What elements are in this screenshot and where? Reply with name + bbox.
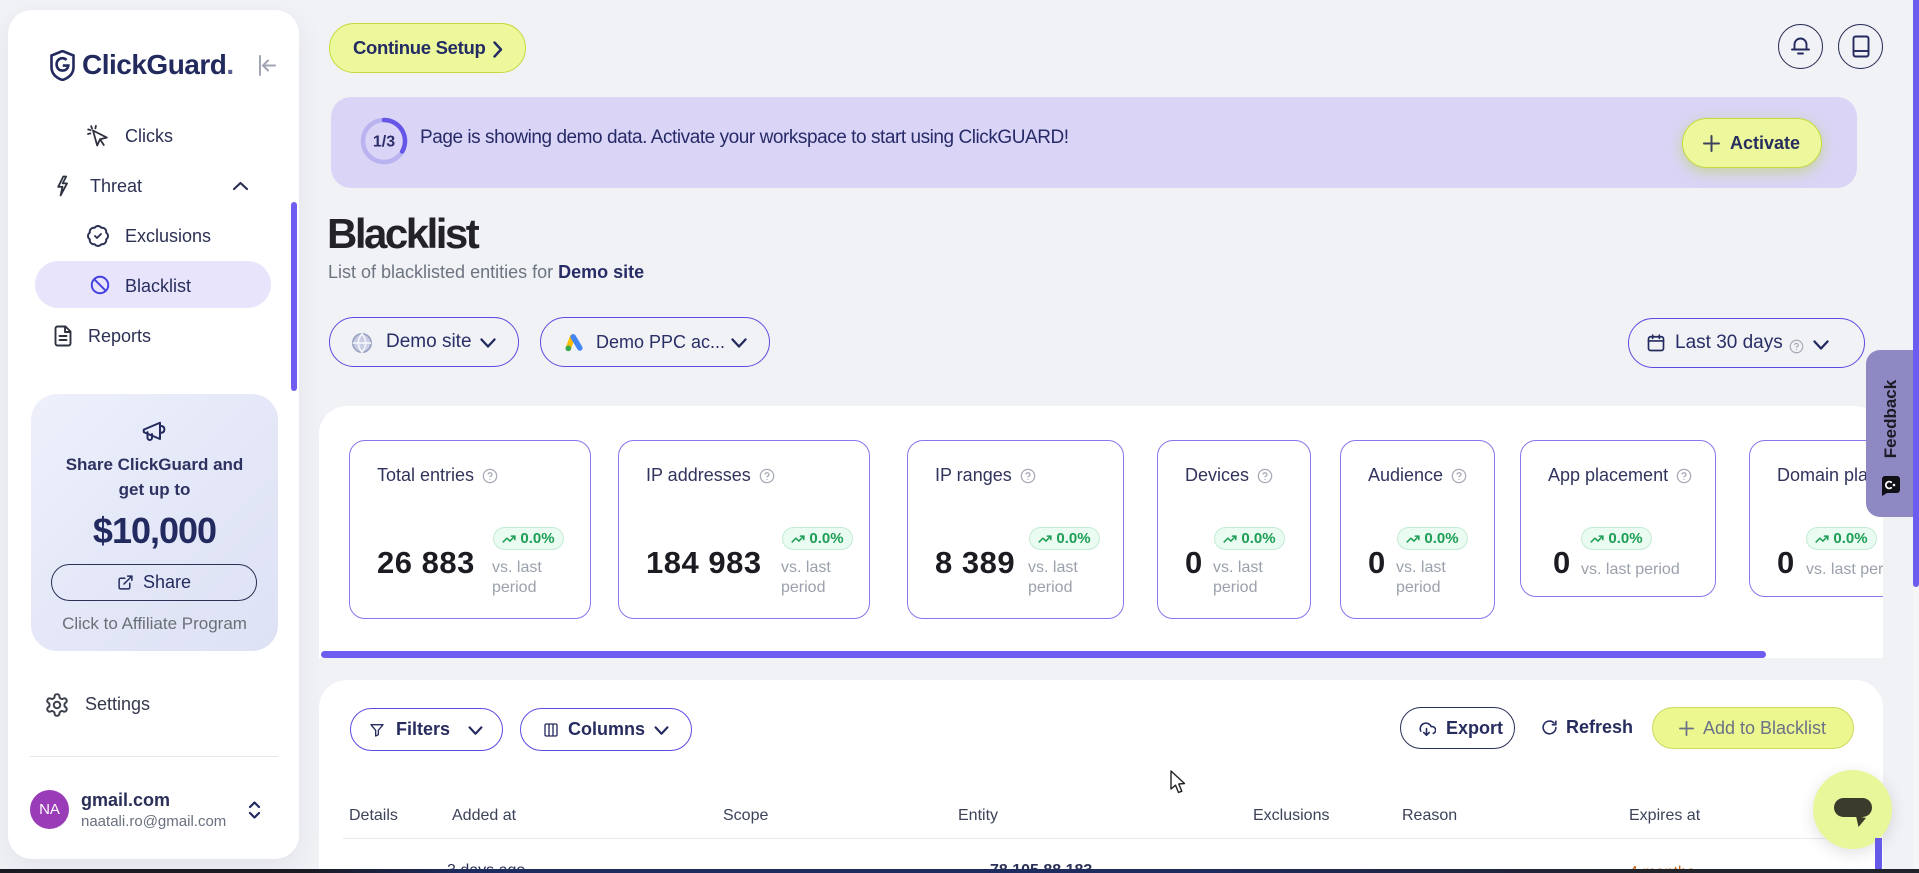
svg-text:1/3: 1/3 xyxy=(373,134,395,151)
